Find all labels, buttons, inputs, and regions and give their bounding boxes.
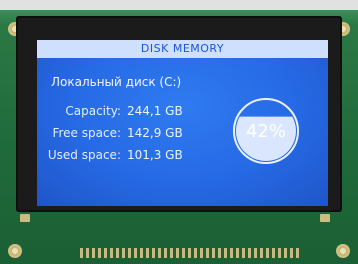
capacity-label: Capacity:	[65, 104, 121, 118]
screen-title: DISK MEMORY	[37, 40, 328, 58]
used-space-row: Used space: 101,3 GB	[41, 148, 183, 162]
used-space-value: 101,3 GB	[127, 148, 183, 162]
free-space-label: Free space:	[52, 126, 121, 140]
pcb-pad	[320, 214, 330, 222]
pcb-pad	[20, 214, 30, 222]
mounting-hole-bottom-right	[336, 244, 350, 258]
capacity-value: 244,1 GB	[127, 104, 183, 118]
pin-header	[80, 248, 300, 258]
free-space-value: 142,9 GB	[127, 126, 183, 140]
used-space-label: Used space:	[47, 148, 121, 162]
mounting-hole-bottom-left	[8, 244, 22, 258]
free-space-row: Free space: 142,9 GB	[41, 126, 183, 140]
capacity-row: Capacity: 244,1 GB	[41, 104, 183, 118]
drive-label: Локальный диск (C:)	[51, 75, 182, 89]
usage-percent: 42%	[245, 120, 286, 142]
lcd-screen: DISK MEMORY Локальный диск (C:) Capacity…	[37, 40, 328, 206]
